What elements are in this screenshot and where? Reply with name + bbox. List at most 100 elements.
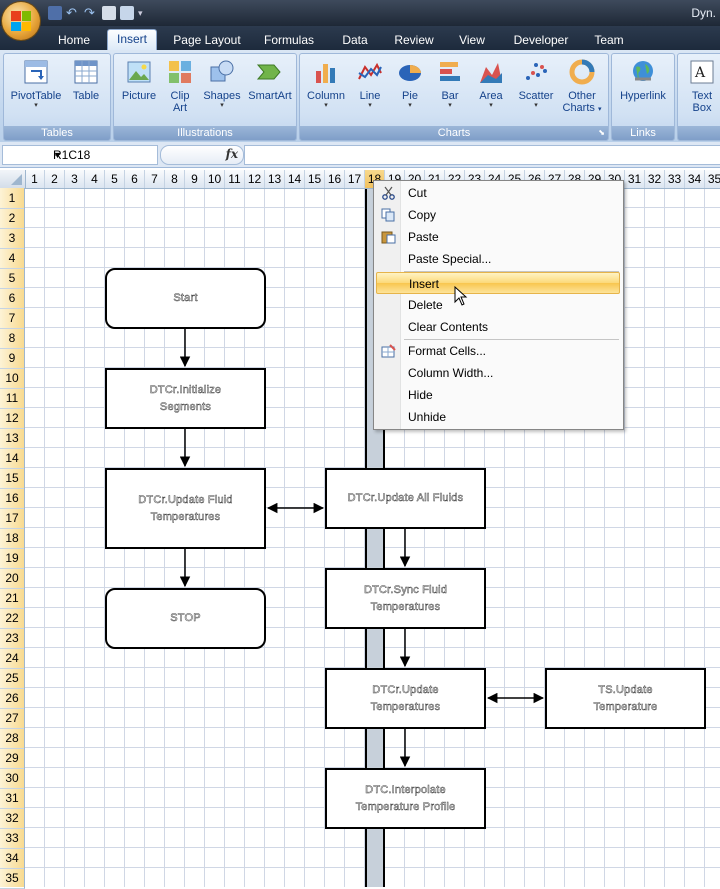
column-header-4[interactable]: 4 [85, 170, 105, 188]
row-header-6[interactable]: 6 [0, 288, 25, 309]
row-header-29[interactable]: 29 [0, 748, 25, 769]
format-painter-icon[interactable] [120, 6, 134, 20]
menu-item-copy[interactable]: Copy [376, 204, 620, 226]
row-header-28[interactable]: 28 [0, 728, 25, 749]
row-header-33[interactable]: 33 [0, 828, 25, 849]
customize-qat-icon[interactable]: ▾ [138, 6, 152, 20]
column-header-8[interactable]: 8 [165, 170, 185, 188]
text-box-button[interactable]: A Text Box [680, 58, 720, 114]
tab-insert[interactable]: Insert [107, 29, 157, 51]
column-header-6[interactable]: 6 [125, 170, 145, 188]
row-header-25[interactable]: 25 [0, 668, 25, 689]
row-header-26[interactable]: 26 [0, 688, 25, 709]
pivottable-button[interactable]: PivotTable ▾ [8, 58, 64, 110]
column-header-15[interactable]: 15 [305, 170, 325, 188]
tab-data[interactable]: Data [334, 31, 376, 50]
menu-item-cut[interactable]: Cut [376, 182, 620, 204]
column-header-16[interactable]: 16 [325, 170, 345, 188]
row-header-10[interactable]: 10 [0, 368, 25, 389]
print-preview-icon[interactable] [102, 6, 116, 20]
insert-function-button[interactable]: fx [160, 145, 244, 165]
column-header-5[interactable]: 5 [105, 170, 125, 188]
tab-developer[interactable]: Developer [508, 31, 574, 50]
flow-update-all-fluids[interactable]: DTCr.Update All Fluids [325, 468, 486, 529]
column-header-9[interactable]: 9 [185, 170, 205, 188]
redo-icon[interactable]: ↷ [84, 6, 98, 20]
row-header-8[interactable]: 8 [0, 328, 25, 349]
row-header-5[interactable]: 5 [0, 268, 25, 289]
menu-item-clear-contents[interactable]: Clear Contents [376, 316, 620, 338]
column-header-13[interactable]: 13 [265, 170, 285, 188]
clip-art-button[interactable]: Clip Art [162, 58, 198, 114]
menu-item-hide[interactable]: Hide [376, 384, 620, 406]
row-header-32[interactable]: 32 [0, 808, 25, 829]
name-box-dropdown-icon[interactable]: ▼ [53, 146, 154, 164]
flow-update-temperatures[interactable]: DTCr.Update Temperatures [325, 668, 486, 729]
column-chart-button[interactable]: Column ▾ [304, 58, 348, 110]
tab-home[interactable]: Home [52, 31, 96, 50]
row-header-11[interactable]: 11 [0, 388, 25, 409]
column-header-1[interactable]: 1 [25, 170, 45, 188]
menu-item-paste-special[interactable]: Paste Special... [376, 248, 620, 270]
row-header-13[interactable]: 13 [0, 428, 25, 449]
row-header-22[interactable]: 22 [0, 608, 25, 629]
column-header-31[interactable]: 31 [625, 170, 645, 188]
tab-team[interactable]: Team [590, 31, 628, 50]
column-header-17[interactable]: 17 [345, 170, 365, 188]
tab-page-layout[interactable]: Page Layout [170, 31, 244, 50]
picture-button[interactable]: Picture [118, 58, 160, 102]
formula-input[interactable] [244, 145, 720, 165]
bar-chart-button[interactable]: Bar ▾ [432, 58, 468, 110]
row-header-27[interactable]: 27 [0, 708, 25, 729]
column-header-2[interactable]: 2 [45, 170, 65, 188]
area-chart-button[interactable]: Area ▾ [472, 58, 510, 110]
column-header-14[interactable]: 14 [285, 170, 305, 188]
row-header-34[interactable]: 34 [0, 848, 25, 869]
menu-item-insert[interactable]: Insert [376, 272, 620, 294]
column-header-32[interactable]: 32 [645, 170, 665, 188]
flow-initialize-segments[interactable]: DTCr.Initialize Segments [105, 368, 266, 429]
flow-sync-fluid-temperatures[interactable]: DTCr.Sync Fluid Temperatures [325, 568, 486, 629]
row-header-30[interactable]: 30 [0, 768, 25, 789]
shapes-button[interactable]: Shapes ▾ [200, 58, 244, 110]
name-box[interactable]: R1C18 ▼ [2, 145, 158, 165]
save-icon[interactable] [48, 6, 62, 20]
row-header-3[interactable]: 3 [0, 228, 25, 249]
line-chart-button[interactable]: Line ▾ [350, 58, 390, 110]
column-header-11[interactable]: 11 [225, 170, 245, 188]
other-charts-button[interactable]: Other Charts ▾ [560, 58, 604, 116]
undo-icon[interactable]: ↶ [66, 6, 80, 20]
select-all-button[interactable] [0, 170, 26, 189]
row-header-23[interactable]: 23 [0, 628, 25, 649]
menu-item-delete[interactable]: Delete [376, 294, 620, 316]
row-header-21[interactable]: 21 [0, 588, 25, 609]
row-header-24[interactable]: 24 [0, 648, 25, 669]
flow-ts-update-temperature[interactable]: TS.Update Temperature [545, 668, 706, 729]
row-header-2[interactable]: 2 [0, 208, 25, 229]
scatter-chart-button[interactable]: Scatter ▾ [514, 58, 558, 110]
row-header-14[interactable]: 14 [0, 448, 25, 469]
row-header-16[interactable]: 16 [0, 488, 25, 509]
row-header-20[interactable]: 20 [0, 568, 25, 589]
row-header-12[interactable]: 12 [0, 408, 25, 429]
menu-item-format-cells[interactable]: Format Cells... [376, 340, 620, 362]
row-header-1[interactable]: 1 [0, 188, 25, 209]
menu-item-column-width[interactable]: Column Width... [376, 362, 620, 384]
row-header-18[interactable]: 18 [0, 528, 25, 549]
flow-update-fluid-temperatures[interactable]: DTCr.Update Fluid Temperatures [105, 468, 266, 549]
column-header-3[interactable]: 3 [65, 170, 85, 188]
row-header-31[interactable]: 31 [0, 788, 25, 809]
column-header-10[interactable]: 10 [205, 170, 225, 188]
pie-chart-button[interactable]: Pie ▾ [392, 58, 428, 110]
flow-start[interactable]: Start [105, 268, 266, 329]
column-header-7[interactable]: 7 [145, 170, 165, 188]
column-header-34[interactable]: 34 [685, 170, 705, 188]
smartart-button[interactable]: SmartArt [246, 58, 294, 102]
tab-view[interactable]: View [452, 31, 492, 50]
column-header-12[interactable]: 12 [245, 170, 265, 188]
row-header-17[interactable]: 17 [0, 508, 25, 529]
row-header-35[interactable]: 35 [0, 868, 25, 889]
column-header-35[interactable]: 35 [705, 170, 720, 188]
row-header-7[interactable]: 7 [0, 308, 25, 329]
tab-review[interactable]: Review [390, 31, 438, 50]
